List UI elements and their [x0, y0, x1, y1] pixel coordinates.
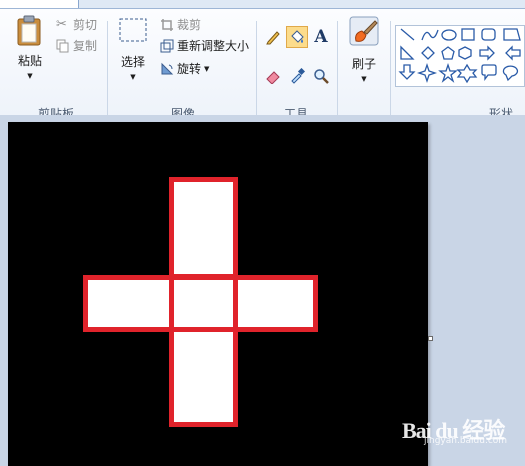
copy-icon — [56, 39, 70, 53]
ribbon-tab-strip — [0, 0, 525, 8]
rotate-button[interactable]: 旋转 ▼ — [160, 60, 209, 77]
brush-icon — [349, 16, 379, 46]
brushes-button[interactable]: 刷子 ▼ — [344, 15, 384, 83]
group-divider — [337, 21, 338, 119]
chevron-down-icon: ▼ — [130, 73, 136, 81]
cut-button[interactable]: ✂ 剪切 — [56, 16, 97, 33]
select-button[interactable]: 选择 ▼ — [116, 17, 150, 81]
watermark-url: jingyan.baidu.com — [424, 436, 508, 446]
copy-label: 复制 — [73, 39, 98, 53]
pencil-tool[interactable] — [262, 26, 284, 48]
right-arrow-shape-icon — [479, 45, 495, 61]
text-tool[interactable]: A — [310, 26, 332, 48]
rounded-rectangle-shape-icon — [481, 28, 496, 41]
cross-bottom-square — [169, 327, 238, 427]
chevron-down-icon: ▼ — [204, 64, 210, 73]
paste-icon — [17, 15, 41, 46]
rotate-label: 旋转 — [177, 62, 202, 76]
paint-bucket-icon — [291, 30, 304, 43]
four-point-star-shape-icon — [416, 62, 438, 84]
cut-label: 剪切 — [73, 18, 98, 32]
canvas-resize-handle[interactable] — [428, 336, 433, 341]
brushes-label: 刷子 — [351, 57, 376, 71]
six-point-star-shape-icon — [456, 63, 478, 84]
select-label: 选择 — [120, 55, 145, 69]
resize-button[interactable]: 重新调整大小 — [160, 37, 249, 54]
paste-label: 粘贴 — [17, 54, 42, 68]
curve-shape-icon — [421, 29, 439, 41]
rounded-callout-shape-icon — [481, 64, 497, 81]
crop-icon — [160, 18, 174, 32]
right-triangle-shape-icon — [400, 45, 415, 60]
chevron-down-icon: ▼ — [27, 72, 33, 80]
tab-home[interactable] — [0, 0, 79, 8]
ribbon: 粘贴 ▼ ✂ 剪切 复制 剪贴板 选择 ▼ 裁剪 重新调整大小 旋转 ▼ 图像 … — [0, 8, 525, 121]
magnifier-tool[interactable] — [310, 65, 332, 87]
shapes-gallery[interactable] — [395, 25, 525, 87]
eyedropper-icon — [291, 68, 305, 84]
crop-button[interactable]: 裁剪 — [160, 16, 201, 33]
oval-shape-icon — [441, 29, 457, 41]
pentagon-shape-icon — [441, 46, 455, 60]
selection-icon — [119, 18, 147, 42]
hexagon-shape-icon — [458, 46, 472, 60]
paste-button[interactable]: 粘贴 ▼ — [12, 15, 48, 80]
five-point-star-shape-icon — [438, 62, 458, 83]
color-picker-tool[interactable] — [286, 65, 308, 87]
cross-left-square — [83, 275, 174, 332]
baidu-watermark: Bai du 经验 jingyan.baidu.com — [402, 412, 522, 446]
eraser-icon — [266, 71, 280, 84]
oval-callout-shape-icon — [502, 65, 519, 82]
crop-label: 裁剪 — [177, 18, 202, 32]
line-shape-icon — [400, 28, 415, 41]
eraser-tool[interactable] — [262, 65, 284, 87]
cross-top-square — [169, 177, 238, 279]
group-divider — [390, 21, 391, 119]
pencil-icon — [266, 31, 280, 45]
rectangle-shape-icon — [461, 28, 475, 41]
group-divider — [107, 21, 108, 119]
left-arrow-shape-icon — [505, 45, 521, 61]
copy-button[interactable]: 复制 — [56, 37, 97, 54]
resize-icon — [160, 39, 174, 53]
rotate-icon — [160, 62, 174, 76]
scissors-icon: ✂ — [56, 16, 67, 32]
chevron-down-icon: ▼ — [361, 75, 367, 83]
group-divider — [256, 21, 257, 119]
resize-label: 重新调整大小 — [177, 39, 250, 53]
cross-center-square — [169, 275, 238, 332]
down-arrow-shape-icon — [398, 64, 416, 80]
polygon-shape-icon — [503, 28, 521, 41]
fill-tool[interactable] — [286, 26, 308, 48]
drawing-canvas[interactable] — [8, 122, 428, 466]
cross-right-square — [233, 275, 318, 332]
magnifier-icon — [314, 69, 329, 84]
diamond-shape-icon — [421, 46, 435, 60]
